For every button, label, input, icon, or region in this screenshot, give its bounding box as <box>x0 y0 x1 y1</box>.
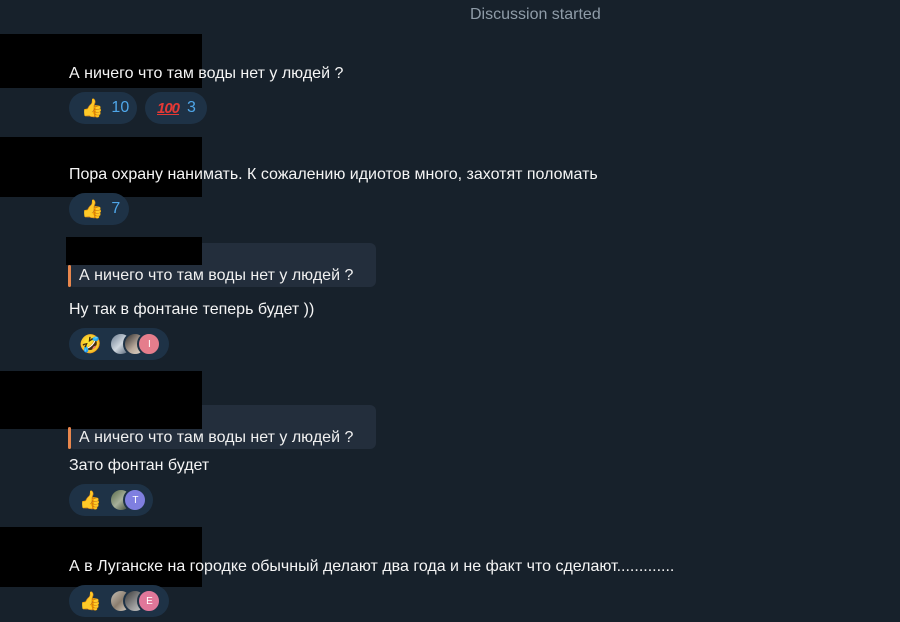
discussion-started-label: Discussion started <box>470 6 601 23</box>
reactor-avatars: T <box>109 488 148 512</box>
reaction-hundred[interactable]: 100 3 <box>145 92 207 124</box>
message-text: Зато фонтан будет <box>69 457 210 474</box>
hundred-points-icon: 100 <box>157 99 180 117</box>
thumbs-up-icon: 👍 <box>79 489 102 511</box>
message-text: Пора охрану нанимать. К сожалению идиото… <box>69 166 598 183</box>
reactor-avatars: E <box>109 589 162 613</box>
avatar-initial: T <box>132 494 139 506</box>
message-text: А ничего что там воды нет у людей ? <box>69 65 344 82</box>
redacted-sender-name <box>0 527 202 587</box>
avatar: T <box>123 488 148 512</box>
thumbs-up-icon: 👍 <box>81 198 104 220</box>
reaction-thumbs-up[interactable]: 👍 E <box>69 585 169 617</box>
avatar: I <box>137 332 162 356</box>
rolling-laughing-face-icon: 🤣 <box>79 333 102 355</box>
thumbs-up-icon: 👍 <box>81 97 104 119</box>
thumbs-up-icon: 👍 <box>79 590 102 612</box>
message-text: Ну так в фонтане теперь будет )) <box>69 301 315 318</box>
reaction-count: 10 <box>111 99 130 116</box>
avatar-initial: E <box>146 595 153 607</box>
avatar-initial: I <box>148 338 151 350</box>
reaction-thumbs-up[interactable]: 👍 7 <box>69 193 129 225</box>
reply-accent-bar <box>68 265 71 287</box>
reaction-thumbs-up[interactable]: 👍 10 <box>69 92 137 124</box>
reply-quote-text: А ничего что там воды нет у людей ? <box>79 429 354 446</box>
reply-quote-text: А ничего что там воды нет у людей ? <box>79 267 354 284</box>
redacted-sender-name <box>66 237 202 265</box>
avatar: E <box>137 589 162 613</box>
reaction-count: 7 <box>111 200 121 217</box>
reaction-count: 3 <box>187 99 196 116</box>
reaction-thumbs-up[interactable]: 👍 T <box>69 484 153 516</box>
redacted-sender-name <box>0 371 202 429</box>
message-text: А в Луганске на городке обычный делают д… <box>69 558 675 575</box>
reply-accent-bar <box>68 427 71 449</box>
reaction-rolling-laughing[interactable]: 🤣 I <box>69 328 169 360</box>
reactor-avatars: I <box>109 332 162 356</box>
